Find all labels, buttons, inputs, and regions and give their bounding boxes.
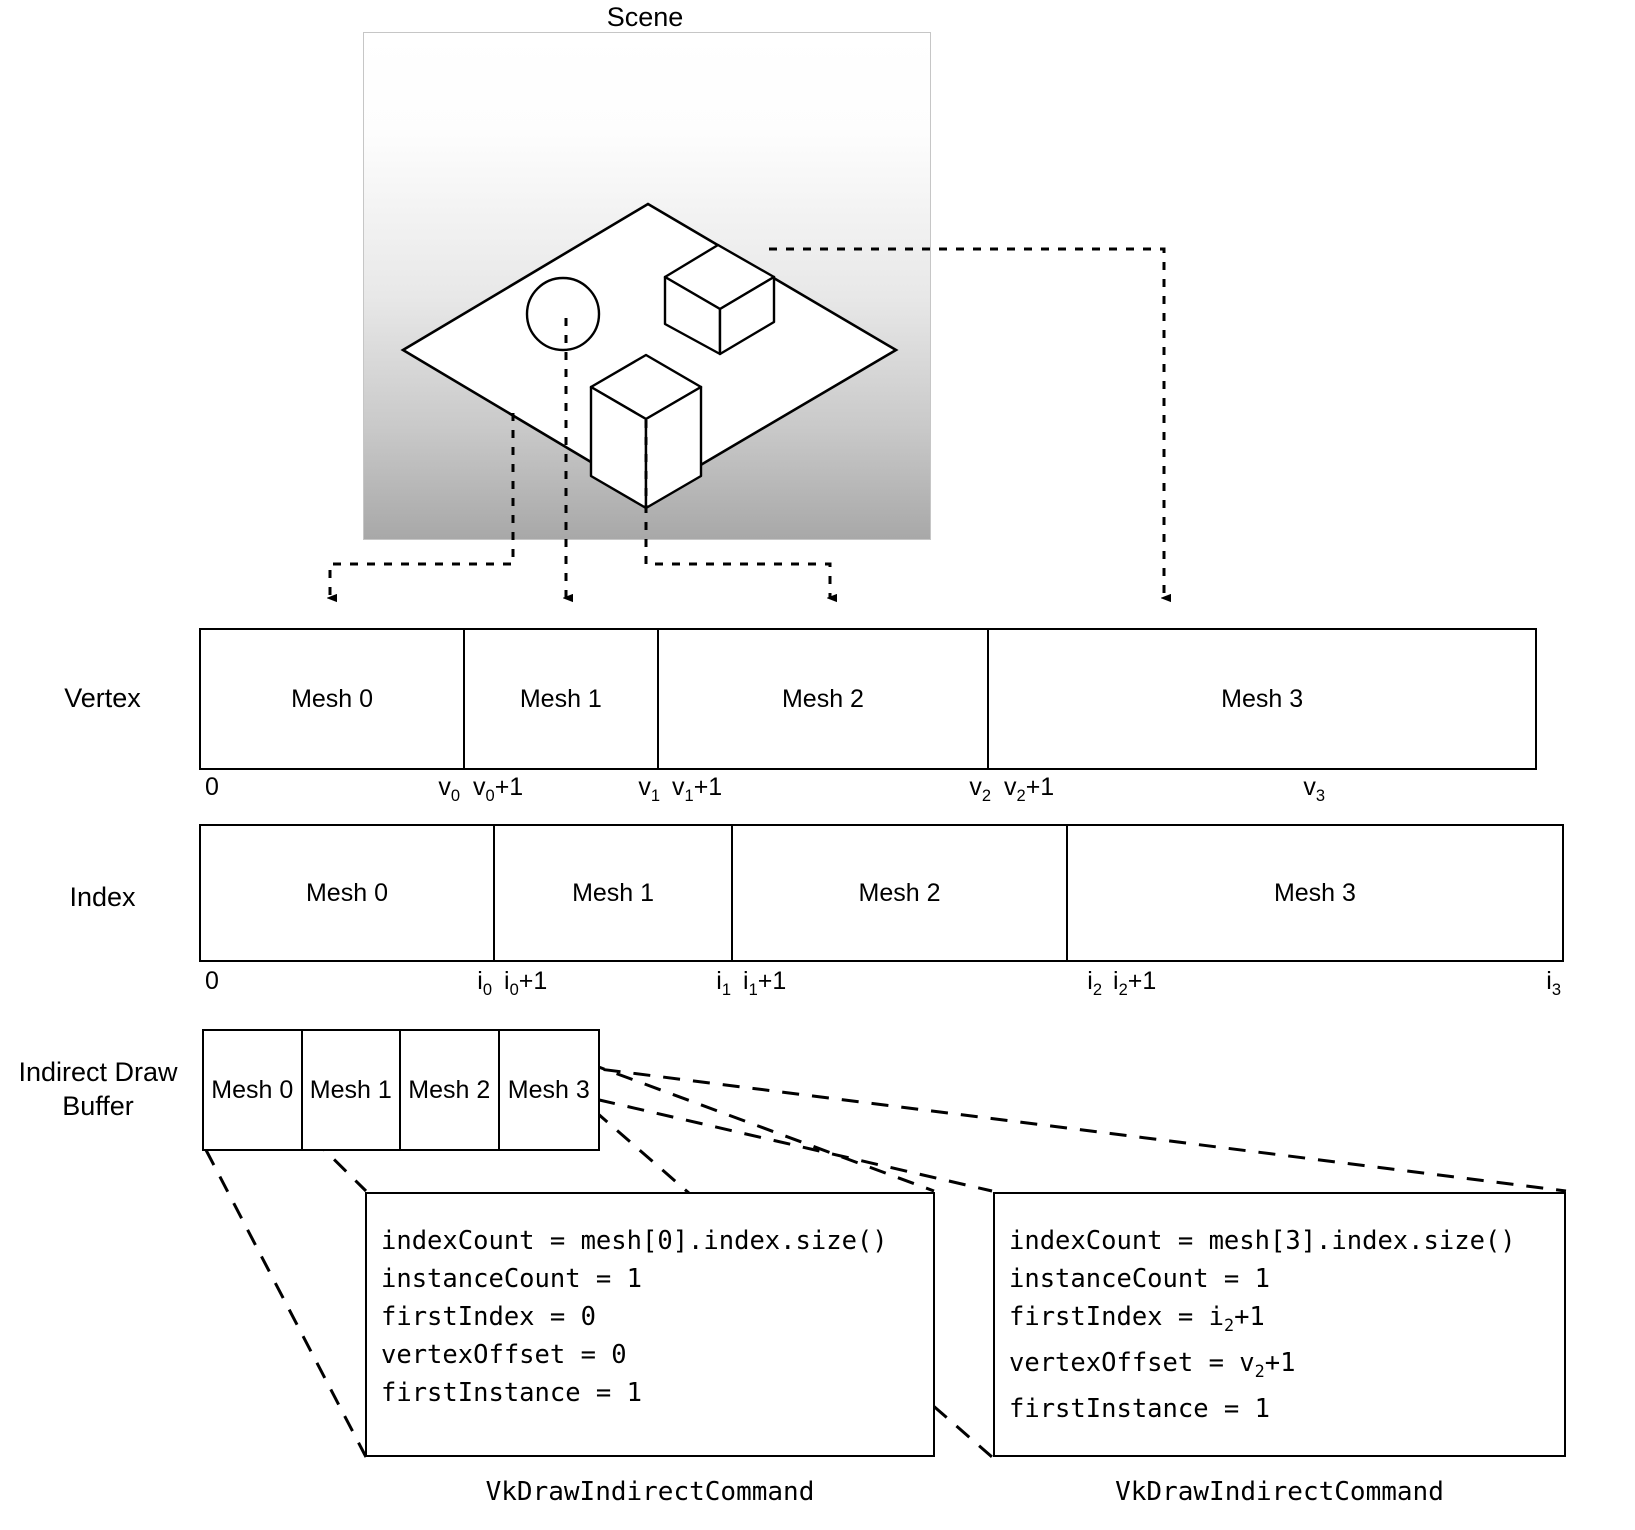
vertex-cell-mesh-3: Mesh 3	[1221, 684, 1304, 713]
vertex-buffer-label: Vertex	[64, 683, 141, 713]
vertex-tick-2: v0+1	[473, 773, 524, 805]
vertex-cell-mesh-2: Mesh 2	[659, 630, 990, 768]
index-cell-mesh-1: Mesh 1	[495, 826, 734, 960]
vertex-tick-0: 0	[205, 773, 219, 801]
vkdrawindirectcommand-caption-0: VkDrawIndirectCommand	[485, 1477, 815, 1507]
indirect-draw-buffer: Mesh 0 Mesh 1 Mesh 2 Mesh 3	[202, 1029, 600, 1151]
indirect-draw-buffer-label-line-2: Buffer	[62, 1091, 134, 1121]
index-tick-2: i0+1	[504, 967, 548, 999]
vertex-cell-mesh-0: Mesh 0	[201, 630, 466, 768]
index-tick-7: i3	[1546, 967, 1561, 999]
index-buffer: Mesh 0 Mesh 1 Mesh 2 Mesh 3	[199, 824, 1564, 962]
cmd-0-line-4: firstInstance = 1	[381, 1378, 642, 1408]
index-tick-4: i1+1	[743, 967, 787, 999]
vertex-cell-mesh-1: Mesh 1	[465, 630, 659, 768]
index-tick-6: i2+1	[1113, 967, 1157, 999]
vertex-tick-7: v3	[1303, 773, 1325, 805]
cmd-0-line-0: indexCount = mesh[0].index.size()	[381, 1226, 888, 1256]
cmd-0-line-2: firstIndex = 0	[381, 1302, 596, 1332]
indirect-draw-buffer-label: Indirect Draw Buffer	[0, 1055, 196, 1123]
cmd-3-line-1: instanceCount = 1	[1009, 1264, 1270, 1294]
vkdrawindirectcommand-box-3: indexCount = mesh[3].index.size() instanc…	[993, 1192, 1566, 1457]
vertex-tick-4: v1+1	[672, 773, 723, 805]
diagram-canvas: Scene Vertex Mesh 0 Mesh 1 Mesh 2 Mesh 3…	[0, 0, 1635, 1530]
vkdrawindirectcommand-box-0: indexCount = mesh[0].index.size() instanc…	[365, 1192, 935, 1457]
index-cell-mesh-3: Mesh 3	[1273, 878, 1356, 907]
vertex-tick-5: v2	[969, 773, 991, 805]
index-cell-mesh-0: Mesh 0	[201, 826, 495, 960]
vkdrawindirectcommand-caption-3: VkDrawIndirectCommand	[1115, 1477, 1444, 1507]
scene-title: Scene	[606, 2, 684, 32]
vertex-buffer-ticks: 0 v0 v0+1 v1 v1+1 v2 v2+1 v3	[0, 772, 1635, 806]
index-tick-3: i1	[716, 967, 731, 999]
vertex-buffer: Mesh 0 Mesh 1 Mesh 2 Mesh 3	[199, 628, 1537, 770]
tall-cube-shape	[589, 353, 703, 510]
vertex-tick-1: v0	[438, 773, 460, 805]
expand-line-0-bottom	[204, 1149, 368, 1458]
indirect-draw-buffer-label-line-1: Indirect Draw	[18, 1057, 178, 1087]
index-tick-5: i2	[1087, 967, 1102, 999]
cmd-3-line-4: firstInstance = 1	[1009, 1394, 1270, 1425]
cmd-3-line-2: firstIndex = i2+1	[1009, 1302, 1265, 1336]
cmd-3-line-3: vertexOffset = v2+1	[1009, 1348, 1296, 1382]
index-cell-mesh-2: Mesh 2	[733, 826, 1068, 960]
idb-cell-mesh-2: Mesh 2	[401, 1031, 500, 1149]
vertex-tick-6: v2+1	[1004, 773, 1055, 805]
cmd-3-line-0: indexCount = mesh[3].index.size()	[1009, 1226, 1516, 1256]
index-buffer-label: Index	[69, 882, 136, 912]
cmd-0-line-3: vertexOffset = 0	[381, 1340, 627, 1370]
scene-illustration	[400, 202, 899, 510]
idb-cell-mesh-3: Mesh 3	[507, 1075, 590, 1104]
idb-cell-mesh-0: Mesh 0	[204, 1031, 303, 1149]
vertex-tick-3: v1	[638, 773, 660, 805]
idb-cell-mesh-1: Mesh 1	[303, 1031, 401, 1149]
index-tick-1: i0	[477, 967, 492, 999]
index-tick-0: 0	[205, 967, 219, 995]
sphere-shape	[525, 276, 601, 352]
cmd-0-line-1: instanceCount = 1	[381, 1264, 642, 1294]
index-buffer-ticks: 0 i0 i0+1 i1 i1+1 i2 i2+1 i3	[0, 966, 1635, 1000]
